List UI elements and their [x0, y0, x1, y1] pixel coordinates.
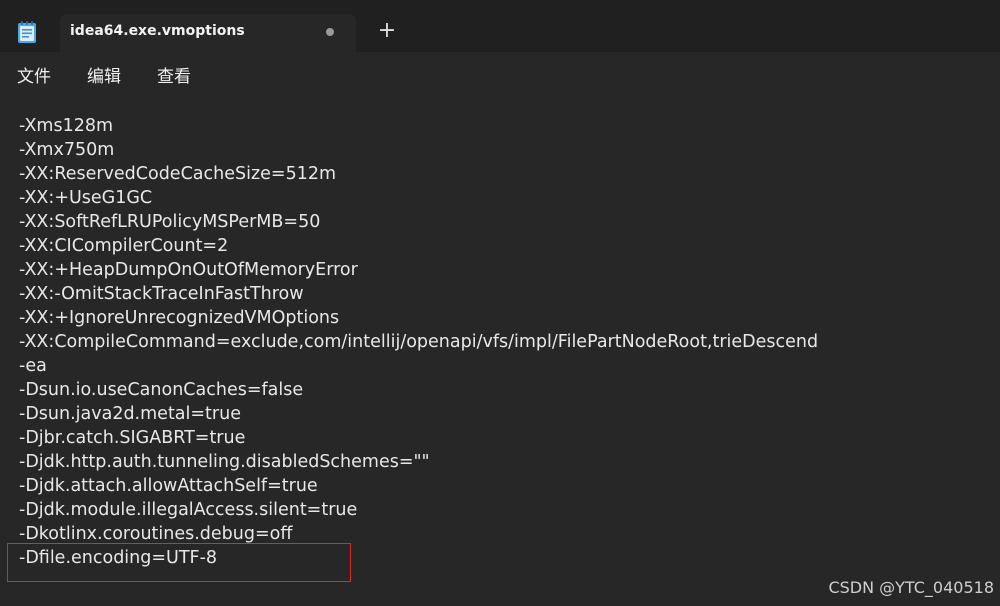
editor-line: -Dsun.java2d.metal=true — [19, 404, 241, 424]
editor-line: -XX:CICompilerCount=2 — [19, 236, 229, 256]
menu-edit[interactable]: 编辑 — [87, 62, 121, 87]
highlight-box — [7, 543, 351, 582]
editor-lines: -Xms128m -Xmx750m -XX:ReservedCodeCacheS… — [19, 114, 818, 570]
editor-line: -Xmx750m — [19, 140, 115, 160]
editor-line: -ea — [19, 356, 47, 376]
editor-line: -Djdk.http.auth.tunneling.disabledScheme… — [19, 452, 430, 472]
notepad-icon — [18, 21, 36, 43]
text-editor[interactable]: -Xms128m -Xmx750m -XX:ReservedCodeCacheS… — [0, 94, 1000, 606]
editor-line: -Djdk.module.illegalAccess.silent=true — [19, 500, 358, 520]
editor-line: -XX:+IgnoreUnrecognizedVMOptions — [19, 308, 340, 328]
menu-file[interactable]: 文件 — [17, 62, 51, 87]
unsaved-dot-icon[interactable] — [326, 28, 334, 36]
editor-line: -XX:ReservedCodeCacheSize=512m — [19, 164, 337, 184]
menu-view[interactable]: 查看 — [157, 62, 191, 87]
editor-line: -XX:+HeapDumpOnOutOfMemoryError — [19, 260, 358, 280]
editor-line: -Xms128m — [19, 116, 114, 136]
tab-vmoptions[interactable]: idea64.exe.vmoptions — [60, 14, 356, 52]
watermark: CSDN @YTC_040518 — [828, 578, 994, 597]
editor-line: -XX:SoftRefLRUPolicyMSPerMB=50 — [19, 212, 321, 232]
new-tab-button[interactable]: + — [376, 20, 398, 42]
tab-title: idea64.exe.vmoptions — [70, 23, 245, 39]
editor-line: -XX:CompileCommand=exclude,com/intellij/… — [19, 332, 819, 352]
menu-bar: 文件 编辑 查看 — [0, 52, 1000, 94]
editor-line: -Djbr.catch.SIGABRT=true — [19, 428, 246, 448]
editor-line: -Dsun.io.useCanonCaches=false — [19, 380, 304, 400]
editor-line: -XX:-OmitStackTraceInFastThrow — [19, 284, 304, 304]
title-bar: idea64.exe.vmoptions + — [0, 0, 1000, 52]
editor-line: -Djdk.attach.allowAttachSelf=true — [19, 476, 318, 496]
editor-line: -XX:+UseG1GC — [19, 188, 153, 208]
